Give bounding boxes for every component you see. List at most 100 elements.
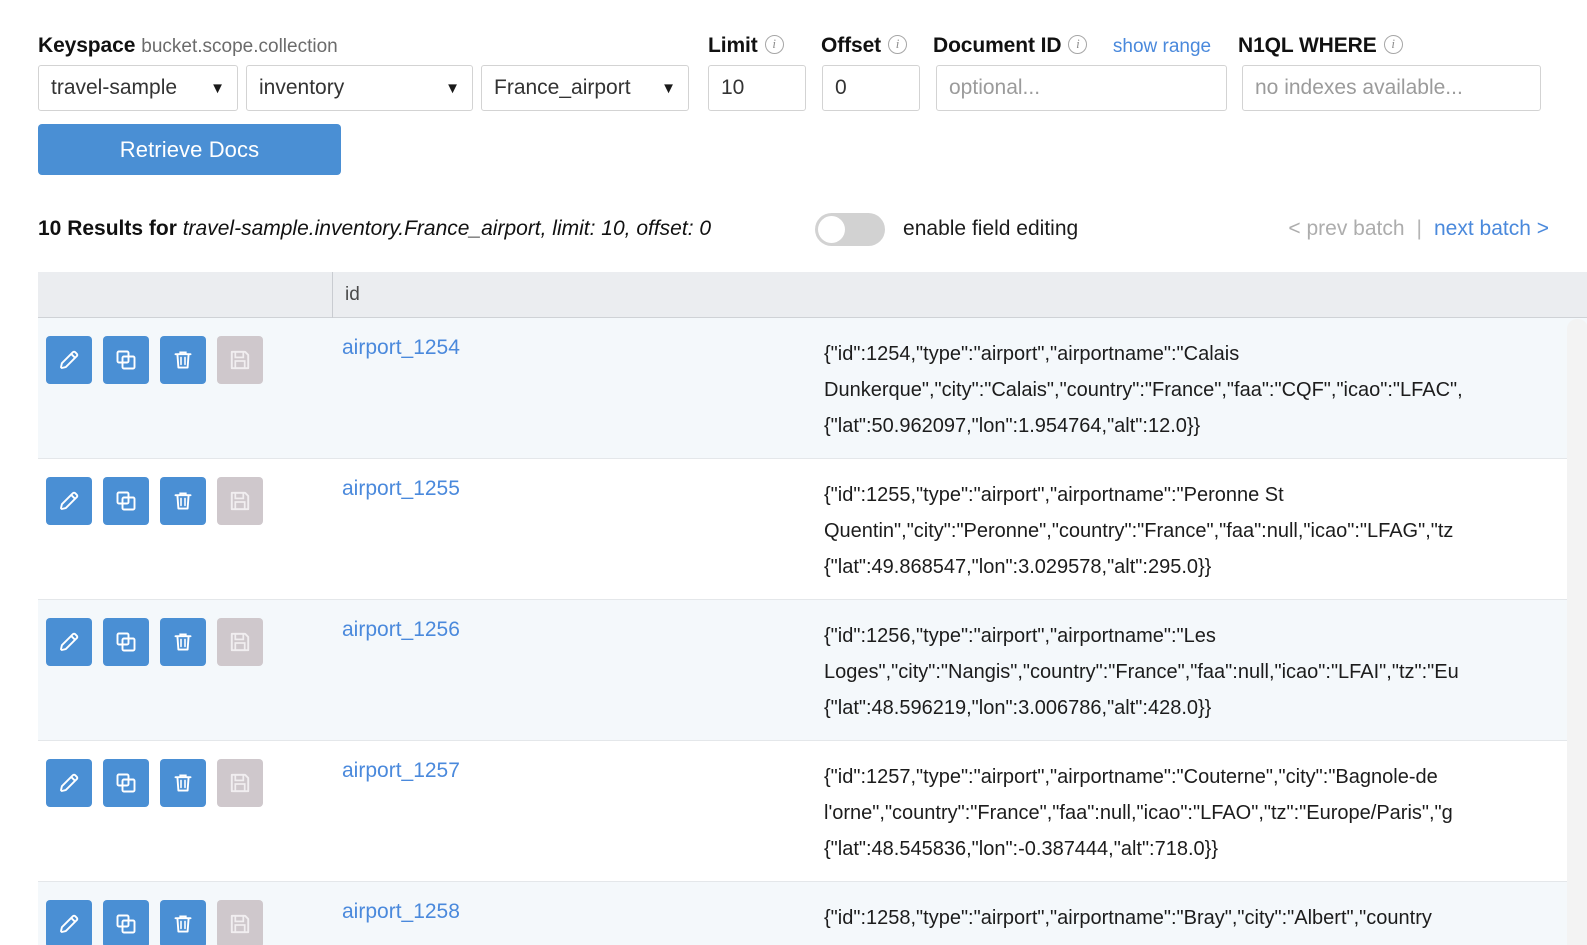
copy-button[interactable] [103, 618, 149, 666]
save-button [217, 336, 263, 384]
table-row: airport_1256{"id":1256,"type":"airport",… [38, 600, 1587, 741]
copy-icon [114, 630, 138, 654]
table-header-id: id [332, 272, 810, 318]
document-id-link[interactable]: airport_1255 [332, 459, 810, 599]
limit-input-value: 10 [721, 76, 744, 100]
controls-label-row: Keyspace bucket.scope.collection Limiti … [38, 24, 1587, 58]
table-row: airport_1258{"id":1258,"type":"airport",… [38, 882, 1587, 945]
n1ql-where-info-icon[interactable]: i [1384, 35, 1403, 54]
save-button [217, 477, 263, 525]
keyspace-label-group: Keyspace bucket.scope.collection [38, 34, 708, 58]
delete-button[interactable] [160, 336, 206, 384]
delete-button[interactable] [160, 477, 206, 525]
edit-button[interactable] [46, 900, 92, 945]
scope-select-value: inventory [259, 76, 344, 100]
vertical-scrollbar[interactable] [1567, 319, 1587, 945]
delete-icon [171, 630, 195, 654]
chevron-down-icon: ▼ [210, 81, 225, 96]
document-id-label: Document ID [933, 34, 1061, 57]
copy-button[interactable] [103, 900, 149, 945]
enable-field-editing-toggle[interactable] [815, 213, 885, 246]
delete-button[interactable] [160, 759, 206, 807]
save-button [217, 618, 263, 666]
delete-icon [171, 348, 195, 372]
document-json-preview[interactable]: {"id":1256,"type":"airport","airportname… [810, 600, 1587, 740]
edit-icon [57, 348, 81, 372]
n1ql-where-input[interactable]: no indexes available... [1242, 65, 1541, 111]
row-actions [38, 882, 332, 945]
row-actions [38, 318, 332, 458]
edit-icon [57, 630, 81, 654]
query-controls-panel: Keyspace bucket.scope.collection Limiti … [0, 0, 1587, 175]
limit-label: Limit [708, 34, 758, 57]
results-summary-bar: 10 Results for travel-sample.inventory.F… [0, 212, 1587, 246]
document-id-placeholder: optional... [949, 76, 1040, 100]
show-range-link[interactable]: show range [1113, 36, 1211, 57]
copy-icon [114, 489, 138, 513]
document-json-preview[interactable]: {"id":1257,"type":"airport","airportname… [810, 741, 1587, 881]
offset-input-value: 0 [835, 76, 847, 100]
save-button [217, 900, 263, 945]
document-id-label-group: Document ID i show range [933, 34, 1238, 58]
copy-button[interactable] [103, 759, 149, 807]
table-row: airport_1254{"id":1254,"type":"airport",… [38, 318, 1587, 459]
table-row: airport_1257{"id":1257,"type":"airport",… [38, 741, 1587, 882]
bucket-select-value: travel-sample [51, 76, 177, 100]
offset-input[interactable]: 0 [822, 65, 920, 111]
n1ql-where-placeholder: no indexes available... [1255, 76, 1463, 100]
collection-select[interactable]: France_airport ▼ [481, 65, 689, 111]
prev-batch-link[interactable]: < prev batch [1288, 217, 1404, 241]
document-id-link[interactable]: airport_1254 [332, 318, 810, 458]
delete-icon [171, 771, 195, 795]
document-id-link[interactable]: airport_1258 [332, 882, 810, 945]
edit-icon [57, 489, 81, 513]
document-id-link[interactable]: airport_1256 [332, 600, 810, 740]
delete-button[interactable] [160, 900, 206, 945]
save-button [217, 759, 263, 807]
save-icon [228, 348, 252, 372]
retrieve-docs-button[interactable]: Retrieve Docs [38, 124, 341, 175]
offset-label-group: Offseti [821, 34, 933, 58]
n1ql-where-label: N1QL WHERE [1238, 34, 1377, 57]
keyspace-label: Keyspace [38, 34, 135, 58]
edit-button[interactable] [46, 336, 92, 384]
row-actions [38, 459, 332, 599]
n1ql-where-label-group: N1QL WHERE i [1238, 34, 1403, 58]
edit-button[interactable] [46, 477, 92, 525]
results-count-text: 10 Results for travel-sample.inventory.F… [38, 217, 711, 241]
copy-button[interactable] [103, 336, 149, 384]
table-row: airport_1255{"id":1255,"type":"airport",… [38, 459, 1587, 600]
document-json-preview[interactable]: {"id":1258,"type":"airport","airportname… [810, 882, 1587, 945]
enable-field-editing-label: enable field editing [903, 217, 1078, 241]
document-id-info-icon[interactable]: i [1068, 35, 1087, 54]
edit-button[interactable] [46, 759, 92, 807]
results-count: 10 Results for [38, 217, 183, 240]
next-batch-link[interactable]: next batch > [1434, 217, 1549, 241]
document-json-preview[interactable]: {"id":1254,"type":"airport","airportname… [810, 318, 1587, 458]
copy-icon [114, 348, 138, 372]
collection-select-value: France_airport [494, 76, 631, 100]
document-json-preview[interactable]: {"id":1255,"type":"airport","airportname… [810, 459, 1587, 599]
controls-field-row: travel-sample ▼ inventory ▼ France_airpo… [38, 65, 1587, 111]
limit-info-icon[interactable]: i [765, 35, 784, 54]
offset-info-icon[interactable]: i [888, 35, 907, 54]
bucket-select[interactable]: travel-sample ▼ [38, 65, 238, 111]
delete-button[interactable] [160, 618, 206, 666]
table-header-actions [38, 272, 332, 318]
offset-label: Offset [821, 34, 881, 57]
copy-button[interactable] [103, 477, 149, 525]
edit-icon [57, 912, 81, 936]
save-icon [228, 912, 252, 936]
scope-select[interactable]: inventory ▼ [246, 65, 473, 111]
document-id-link[interactable]: airport_1257 [332, 741, 810, 881]
table-header-document [810, 272, 1587, 318]
save-icon [228, 489, 252, 513]
copy-icon [114, 912, 138, 936]
batch-pagination: < prev batch | next batch > [1288, 217, 1549, 241]
limit-input[interactable]: 10 [708, 65, 806, 111]
field-editing-toggle-group: enable field editing [815, 213, 1078, 246]
chevron-down-icon: ▼ [445, 81, 460, 96]
document-id-input[interactable]: optional... [936, 65, 1227, 111]
edit-button[interactable] [46, 618, 92, 666]
keyspace-sublabel: bucket.scope.collection [141, 36, 337, 58]
